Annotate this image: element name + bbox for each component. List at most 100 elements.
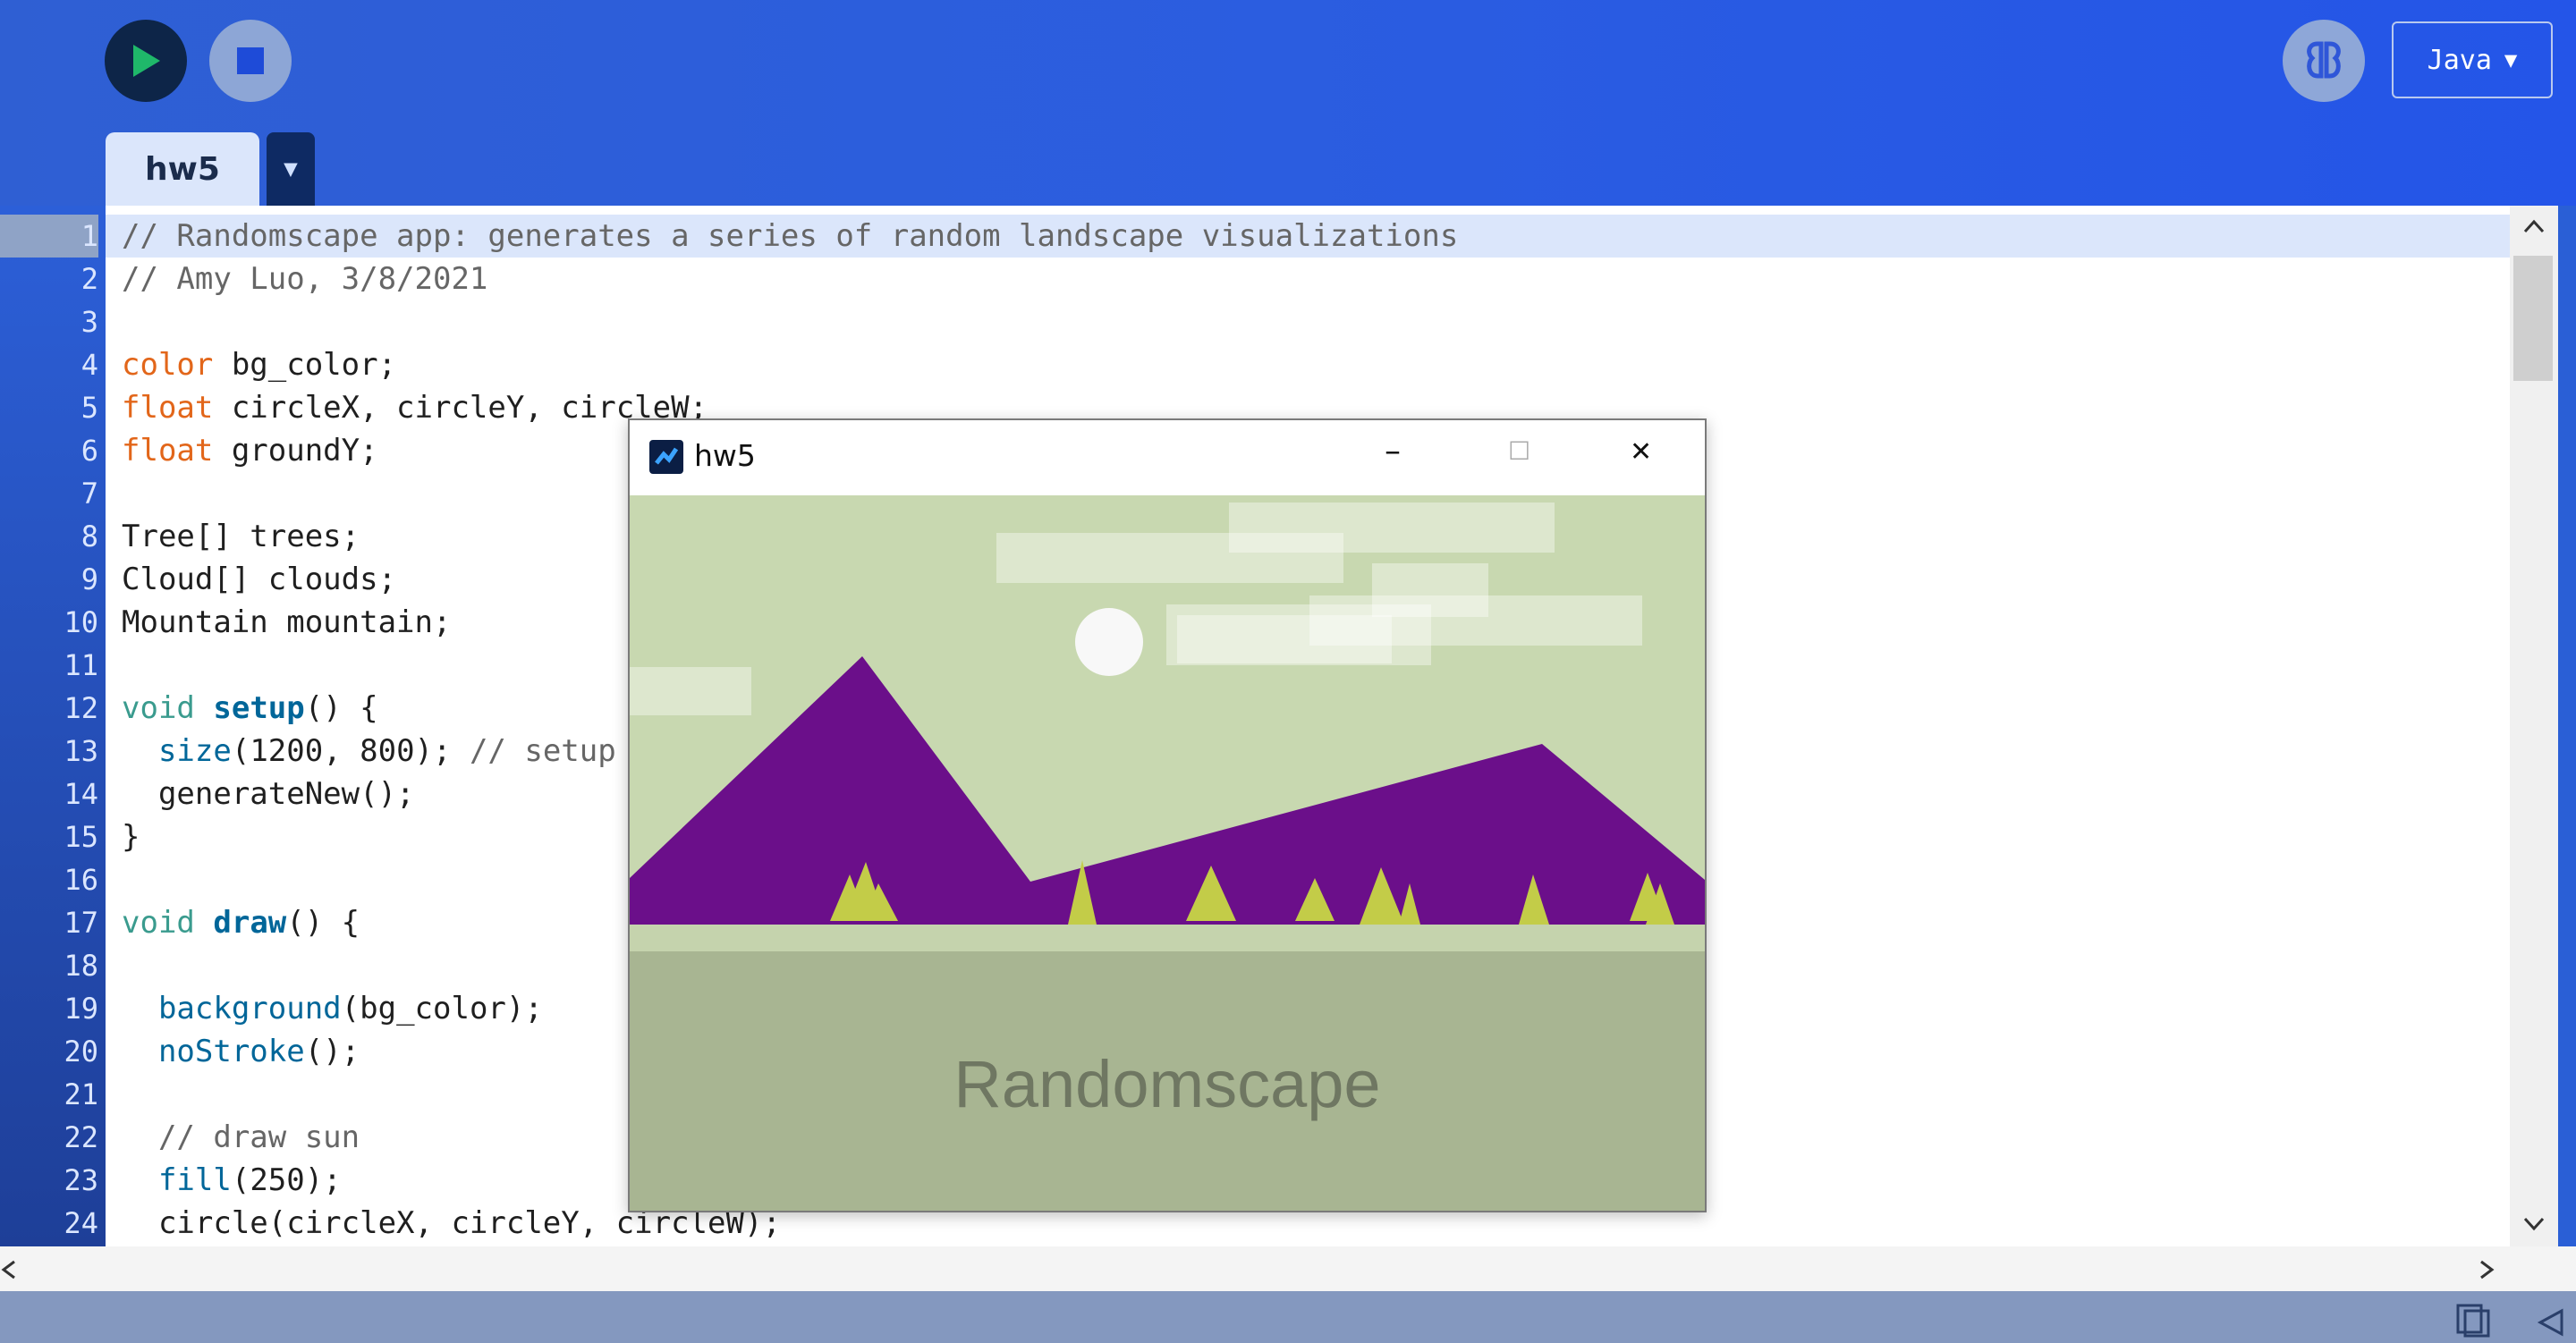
- chevron-up-icon[interactable]: [2522, 218, 2546, 234]
- code-token: fill: [157, 1162, 232, 1198]
- line-number: 3: [80, 305, 98, 339]
- code-token: }: [122, 819, 140, 855]
- run-button[interactable]: [105, 20, 187, 102]
- line-number: 16: [64, 863, 98, 897]
- minimize-icon[interactable]: –: [1385, 433, 1401, 469]
- line-number: 7: [80, 477, 98, 511]
- maximize-icon[interactable]: ☐: [1508, 436, 1530, 466]
- play-icon: [133, 45, 160, 77]
- line-number: 19: [64, 992, 98, 1026]
- ground-strip: [630, 925, 1705, 951]
- debugger-icon: [2307, 41, 2341, 79]
- cloud: [630, 667, 751, 715]
- vertical-scrollbar[interactable]: [2510, 206, 2558, 1246]
- canvas-title: Randomscape: [953, 1047, 1380, 1121]
- status-bar: [0, 1291, 2576, 1343]
- mode-selector[interactable]: Java ▼: [2392, 21, 2553, 98]
- line-number: 1: [0, 215, 98, 258]
- line-number: 20: [64, 1035, 98, 1068]
- code-token: (bg_color);: [341, 991, 543, 1026]
- chevron-right-icon[interactable]: [2478, 1259, 2496, 1280]
- line-number: 22: [64, 1120, 98, 1154]
- line-number: 10: [64, 605, 98, 639]
- line-number: 8: [80, 519, 98, 553]
- code-token: // draw sun: [157, 1119, 360, 1155]
- code-token: Mountain mountain;: [122, 604, 452, 640]
- landscape-scene: Randomscape: [630, 495, 1705, 1211]
- line-number: 5: [80, 391, 98, 425]
- line-number: 13: [64, 734, 98, 768]
- line-number: 12: [64, 691, 98, 725]
- line-number-gutter: 1 2 3 4 5 6 7 8 9 10 11 12 13 14 15 16 17 18 19 20 21 22 23 24: [0, 206, 106, 1246]
- chevron-down-icon: ▼: [284, 156, 298, 182]
- code-token: // setup: [469, 733, 616, 769]
- stop-icon: [237, 47, 264, 74]
- code-token: void: [122, 690, 195, 726]
- chevron-down-icon: ▼: [2504, 47, 2518, 72]
- code-token: float: [122, 433, 214, 469]
- sketch-title: hw5: [694, 438, 756, 473]
- code-line[interactable]: // Randomscape app: generates a series o…: [106, 215, 2510, 258]
- debugger-button[interactable]: [2283, 20, 2365, 102]
- horizontal-scrollbar[interactable]: [0, 1246, 2576, 1291]
- code-line[interactable]: color bg_color;: [106, 343, 2510, 386]
- code-token: background: [157, 991, 342, 1026]
- code-token: () {: [286, 905, 360, 941]
- cloud: [1177, 615, 1392, 663]
- console-toggle-icon[interactable]: [2454, 1302, 2492, 1339]
- line-number: 6: [80, 434, 98, 468]
- code-token: float: [122, 390, 214, 426]
- line-number: 4: [80, 348, 98, 382]
- line-number: 24: [64, 1206, 98, 1240]
- tab-label: hw5: [145, 150, 220, 188]
- code-token: bg_color;: [213, 347, 397, 383]
- chevron-down-icon[interactable]: [2522, 1216, 2546, 1232]
- tab-hw5[interactable]: hw5: [106, 132, 259, 206]
- code-token: Cloud[] clouds;: [122, 562, 397, 597]
- code-token: (1200, 800);: [231, 733, 470, 769]
- code-token: // Randomscape app: generates a series o…: [122, 218, 1459, 254]
- close-icon[interactable]: ✕: [1630, 436, 1652, 468]
- code-line[interactable]: [106, 300, 2510, 343]
- code-token: groundY;: [213, 433, 378, 469]
- sketch-canvas[interactable]: Randomscape: [630, 495, 1705, 1211]
- code-token: () {: [304, 690, 378, 726]
- toolbar: Java ▼ hw5 ▼: [0, 0, 2576, 206]
- code-token: setup: [213, 690, 305, 726]
- line-number: 18: [64, 949, 98, 983]
- scroll-thumb[interactable]: [2513, 256, 2553, 381]
- code-token: ();: [304, 1034, 360, 1069]
- code-token: // Amy Luo, 3/8/2021: [122, 261, 488, 297]
- code-token: noStroke: [157, 1034, 305, 1069]
- line-number: 14: [64, 777, 98, 811]
- line-number: 23: [64, 1163, 98, 1197]
- stop-button[interactable]: [209, 20, 292, 102]
- code-token: (250);: [231, 1162, 342, 1198]
- line-number: 2: [80, 262, 98, 296]
- code-token: generateNew();: [122, 776, 415, 812]
- sketch-title-bar[interactable]: hw5 – ☐ ✕: [630, 420, 1705, 495]
- code-token: Tree[] trees;: [122, 519, 360, 554]
- sun: [1075, 608, 1143, 676]
- code-token: color: [122, 347, 214, 383]
- code-line[interactable]: // Amy Luo, 3/8/2021: [106, 258, 2510, 300]
- line-number: 17: [64, 906, 98, 940]
- line-number: 15: [64, 820, 98, 854]
- line-number: 21: [64, 1077, 98, 1111]
- line-number: 9: [80, 562, 98, 596]
- app-icon: [649, 440, 683, 474]
- chevron-left-icon[interactable]: [0, 1259, 18, 1280]
- line-number: 11: [64, 648, 98, 682]
- code-token: void: [122, 905, 195, 941]
- tab-menu-button[interactable]: ▼: [267, 132, 315, 206]
- code-token: size: [157, 733, 232, 769]
- sketch-window[interactable]: hw5 – ☐ ✕ Randomscape: [628, 418, 1707, 1212]
- collapse-left-icon[interactable]: [2537, 1307, 2565, 1338]
